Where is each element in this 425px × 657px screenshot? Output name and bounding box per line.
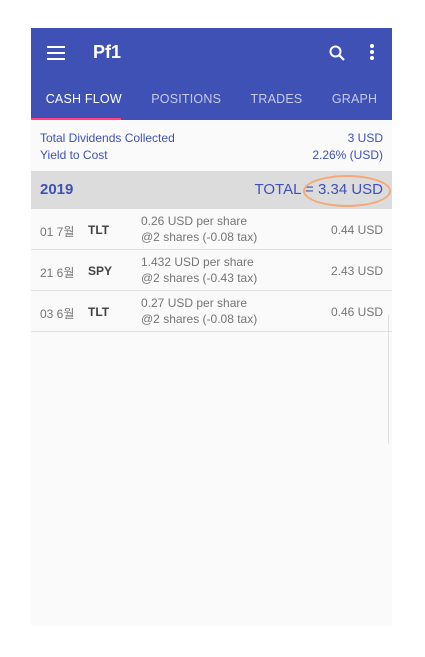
dividend-list: 01 7월 TLT 0.26 USD per share @2 shares (…: [31, 209, 392, 332]
row-amount: 2.43 USD: [330, 264, 383, 278]
dividend-summary: Total Dividends Collected 3 USD Yield to…: [31, 120, 392, 171]
row-date: 03 6월: [40, 307, 75, 321]
menu-icon[interactable]: [47, 46, 65, 60]
highlight-annotation: [303, 175, 391, 207]
app-screen: Pf1 CASH FLOW POSITIONS TRADES GRAPH Tot…: [31, 28, 392, 626]
row-date: 01 7월: [40, 225, 75, 239]
yield-to-cost-label: Yield to Cost: [40, 148, 108, 162]
row-per-share: 0.27 USD per share: [141, 296, 248, 310]
row-amount: 0.44 USD: [330, 223, 383, 237]
tab-bar: CASH FLOW POSITIONS TRADES GRAPH: [31, 79, 392, 120]
year-label: 2019: [40, 181, 74, 198]
tab-graph[interactable]: GRAPH: [317, 79, 392, 120]
tab-cash-flow[interactable]: CASH FLOW: [31, 79, 137, 120]
total-dividends-value: 3 USD: [347, 131, 383, 145]
row-description: 0.27 USD per share @2 shares (-0.08 tax): [141, 295, 257, 327]
tab-trades[interactable]: TRADES: [236, 79, 317, 120]
row-per-share: 0.26 USD per share: [141, 214, 248, 228]
row-shares: @2 shares (-0.08 tax): [141, 312, 258, 326]
scrollbar[interactable]: [388, 314, 392, 444]
row-date: 21 6월: [40, 266, 75, 280]
row-per-share: 1.432 USD per share: [141, 255, 254, 269]
year-header[interactable]: 2019 TOTAL = 3.34 USD: [31, 171, 392, 209]
app-bar: Pf1: [31, 28, 392, 79]
row-amount: 0.46 USD: [330, 305, 383, 319]
total-dividends-label: Total Dividends Collected: [40, 131, 175, 145]
row-description: 0.26 USD per share @2 shares (-0.08 tax): [141, 213, 257, 245]
yield-to-cost-value: 2.26% (USD): [312, 148, 383, 162]
list-item[interactable]: 21 6월 SPY 1.432 USD per share @2 shares …: [31, 250, 392, 291]
row-shares: @2 shares (-0.43 tax): [141, 271, 258, 285]
row-ticker: SPY: [88, 264, 113, 278]
list-item[interactable]: 01 7월 TLT 0.26 USD per share @2 shares (…: [31, 209, 392, 250]
row-description: 1.432 USD per share @2 shares (-0.43 tax…: [141, 254, 257, 286]
row-ticker: TLT: [88, 223, 110, 237]
row-shares: @2 shares (-0.08 tax): [141, 230, 258, 244]
more-vert-icon[interactable]: [367, 44, 377, 62]
portfolio-title: Pf1: [93, 42, 122, 62]
tab-positions[interactable]: POSITIONS: [137, 79, 236, 120]
list-item[interactable]: 03 6월 TLT 0.27 USD per share @2 shares (…: [31, 291, 392, 332]
search-icon[interactable]: [329, 45, 345, 61]
row-ticker: TLT: [88, 305, 110, 319]
